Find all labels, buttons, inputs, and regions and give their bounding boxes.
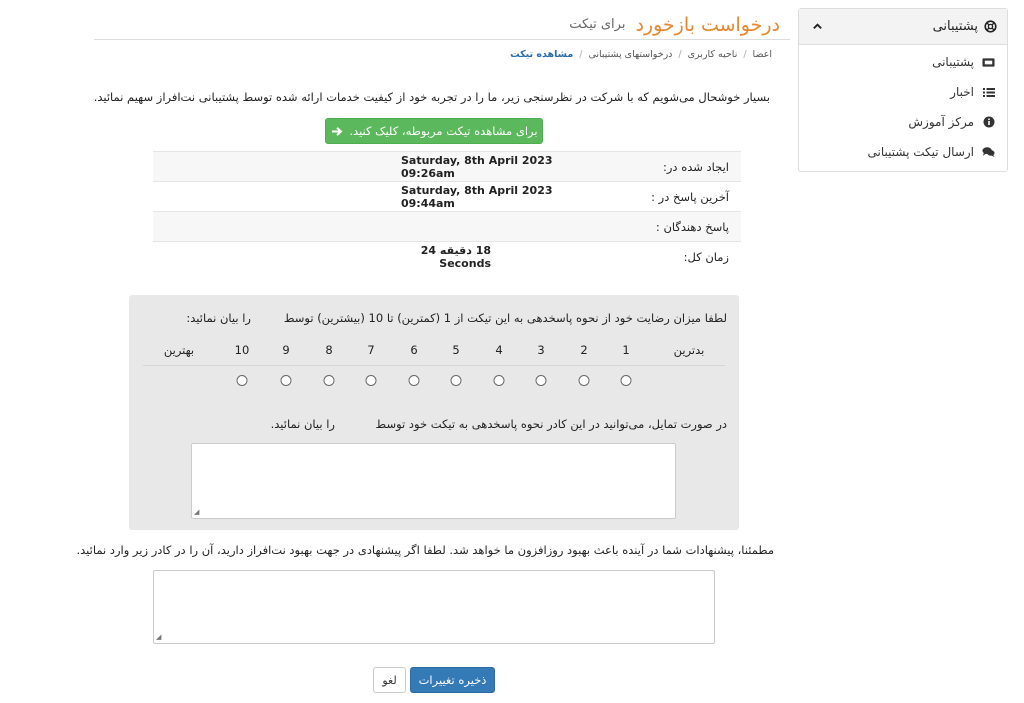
ticket-info-value: 18 دقیقه 24 Seconds: [420, 243, 491, 270]
rating-radio-10[interactable]: [236, 375, 248, 386]
rating-radio-2[interactable]: [578, 375, 590, 386]
sidebar-item-label: پشتیبانی: [932, 55, 974, 69]
rating-radio-8[interactable]: [323, 375, 335, 386]
breadcrumb: اعضا / ناحیه کاربری / درخواستهای پشتیبان…: [510, 49, 772, 60]
sidebar-item-label: اخبار: [950, 85, 974, 99]
breadcrumb-item-support-tickets[interactable]: درخواستهای پشتیبانی: [588, 49, 672, 60]
rating-radio-7[interactable]: [365, 375, 377, 386]
scale-number: 7: [367, 343, 375, 357]
scale-number: 5: [452, 343, 460, 357]
suggestion-textarea[interactable]: ◢: [153, 570, 715, 644]
scale-number: 2: [580, 343, 588, 357]
comment-question-tail: را بیان نمائید.: [270, 417, 335, 431]
ticket-info-row: پاسخ دهندگان :: [153, 211, 741, 241]
intro-text: بسیار خوشحال می‌شویم که با شرکت در نظرسن…: [93, 90, 770, 104]
breadcrumb-item-client-area[interactable]: ناحیه کاربری: [688, 49, 738, 60]
resize-handle-icon[interactable]: ◢: [194, 509, 199, 516]
sidebar-header[interactable]: پشتیبانی: [799, 9, 1007, 45]
rating-question-tail: را بیان نمائید:: [186, 311, 251, 325]
save-button[interactable]: ذخیره تغییرات: [410, 667, 495, 693]
rating-radio-6[interactable]: [408, 375, 420, 386]
comment-question: در صورت تمایل، می‌توانید در این کادر نحو…: [375, 417, 727, 431]
sidebar-title: پشتیبانی: [932, 19, 978, 34]
chevron-up-icon[interactable]: [811, 20, 824, 33]
rating-radio-1[interactable]: [620, 375, 632, 386]
cancel-button[interactable]: لغو: [373, 667, 406, 693]
info-icon: [982, 116, 995, 129]
breadcrumb-separator: /: [579, 49, 583, 60]
rating-question: لطفا میزان رضایت خود از نحوه پاسخدهی به …: [283, 311, 727, 325]
ticket-info-value: Saturday, 8th April 2023 09:44am: [401, 183, 553, 210]
breadcrumb-separator: /: [678, 49, 682, 60]
rating-radio-group: [129, 375, 739, 389]
sidebar-item-news[interactable]: اخبار: [799, 77, 1007, 107]
scale-number: 10: [234, 343, 250, 357]
best-label: بهترین: [163, 343, 195, 357]
page-title: درخواست بازخورد: [635, 13, 780, 36]
support-sidebar: پشتیبانی پشتیبانی اخبار مرکز آموزش ارسال…: [798, 8, 1008, 172]
sidebar-item-label: مرکز آموزش: [908, 115, 974, 129]
ticket-info-label: آخرین پاسخ در :: [651, 189, 729, 204]
divider: [143, 365, 725, 366]
scale-number: 6: [410, 343, 418, 357]
ticket-info-row: زمان کل: 18 دقیقه 24 Seconds: [153, 241, 741, 271]
page-subtitle: برای تیکت: [569, 17, 626, 32]
scale-number: 4: [495, 343, 503, 357]
ticket-info-row: آخرین پاسخ در : Saturday, 8th April 2023…: [153, 181, 741, 211]
suggestion-text: مطمئنا، پیشنهادات شما در آینده باعث بهبو…: [76, 543, 774, 557]
sidebar-item-open-ticket[interactable]: ارسال تیکت پشتیبانی: [799, 137, 1007, 167]
resize-handle-icon[interactable]: ◢: [156, 634, 161, 641]
view-ticket-button[interactable]: برای مشاهده تیکت مربوطه، کلیک کنید.: [325, 118, 543, 144]
ticket-info-label: ایجاد شده در:: [662, 159, 729, 174]
ticket-icon: [982, 56, 995, 69]
rating-radio-5[interactable]: [450, 375, 462, 386]
scale-number: 1: [622, 343, 630, 357]
view-ticket-button-label: برای مشاهده تیکت مربوطه، کلیک کنید.: [349, 124, 538, 138]
rating-radio-9[interactable]: [280, 375, 292, 386]
sidebar-item-label: ارسال تیکت پشتیبانی: [867, 145, 974, 159]
sidebar-item-support[interactable]: پشتیبانی: [799, 47, 1007, 77]
comment-textarea[interactable]: ◢: [191, 443, 676, 519]
arrow-right-icon: [330, 125, 343, 138]
ticket-info-label: زمان کل:: [683, 249, 729, 264]
sidebar-item-knowledgebase[interactable]: مرکز آموزش: [799, 107, 1007, 137]
comments-icon: [982, 146, 995, 159]
ticket-info-label: پاسخ دهندگان :: [655, 219, 729, 234]
scale-number: 3: [537, 343, 545, 357]
ticket-info-value: Saturday, 8th April 2023 09:26am: [401, 153, 553, 180]
ticket-info-row: ایجاد شده در: Saturday, 8th April 2023 0…: [153, 151, 741, 181]
breadcrumb-item-view-ticket: مشاهده تیکت: [510, 49, 574, 60]
scale-number: 9: [282, 343, 290, 357]
ticket-info-table: ایجاد شده در: Saturday, 8th April 2023 0…: [153, 151, 741, 271]
worst-label: بدترین: [673, 343, 705, 357]
rating-radio-3[interactable]: [535, 375, 547, 386]
breadcrumb-separator: /: [743, 49, 747, 60]
list-icon: [982, 86, 995, 99]
feedback-panel: لطفا میزان رضایت خود از نحوه پاسخدهی به …: [129, 295, 739, 530]
life-ring-icon: [984, 20, 997, 33]
page-header: درخواست بازخورد برای تیکت: [94, 10, 790, 40]
rating-scale-labels: بدترین 1 2 3 4 5 6 7 8 9 10 بهترین: [129, 343, 739, 363]
breadcrumb-item-clients[interactable]: اعضا: [753, 49, 772, 60]
rating-radio-4[interactable]: [493, 375, 505, 386]
scale-number: 8: [325, 343, 333, 357]
